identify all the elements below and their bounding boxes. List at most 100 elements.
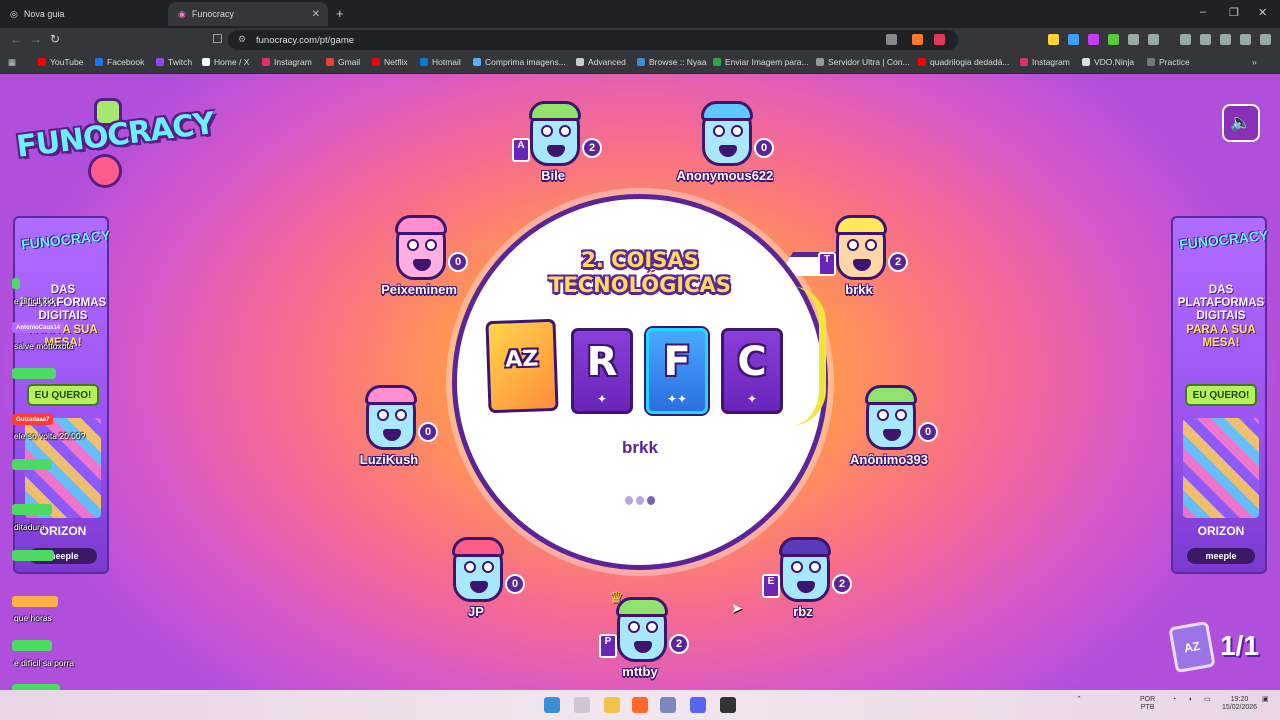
bookmark-item[interactable]: Netflix <box>372 57 408 67</box>
extension-icon[interactable] <box>1148 34 1159 45</box>
wifi-icon[interactable]: ◔ <box>1172 696 1176 704</box>
orizon-logo: ORIZON <box>1197 524 1245 538</box>
bookmark-item[interactable]: YouTube <box>38 57 83 67</box>
chat-username <box>12 459 52 470</box>
chat-message: ditadura <box>14 522 45 532</box>
extensions-puzzle-icon[interactable] <box>1128 34 1139 45</box>
tray-expand-icon[interactable]: ⌃ <box>1076 696 1082 704</box>
search-icon[interactable] <box>574 697 590 713</box>
back-arrow-icon[interactable]: ← <box>10 32 22 46</box>
sound-toggle-button[interactable]: 🔈 <box>1222 104 1260 142</box>
bookmark-item[interactable]: Instagram <box>1020 57 1070 67</box>
tab-funocracy[interactable]: ◉ Funocracy ✕ <box>168 2 328 26</box>
battery-icon[interactable]: ▭ <box>1204 696 1211 704</box>
avatar <box>779 537 831 602</box>
letter-card[interactable]: F ✦✦ <box>646 328 708 414</box>
bookmark-item[interactable]: Home / X <box>202 57 249 67</box>
card-stars: ✦ <box>746 392 758 406</box>
share-icon[interactable] <box>886 34 897 45</box>
ad-banner-right[interactable]: FUNOCRACY DAS PLATAFORMAS DIGITAIS PARA … <box>1171 216 1270 574</box>
brave-shield-icon[interactable] <box>912 34 923 45</box>
gmail-icon <box>326 58 334 66</box>
clock[interactable]: 19:20 15/02/2026 <box>1222 696 1257 713</box>
bookmark-item[interactable]: Twitch <box>156 57 192 67</box>
volume-icon[interactable]: ◖ <box>1188 696 1192 704</box>
letter-card[interactable]: C ✦ <box>721 328 783 414</box>
player-name: mttby <box>622 664 658 679</box>
banner-logo: FUNOCRACY <box>1178 227 1270 253</box>
player-name: Bile <box>541 168 565 183</box>
avatar <box>701 101 753 166</box>
extension-icon[interactable] <box>1048 34 1059 45</box>
player-luzikush: 0 LuziKush <box>334 385 444 478</box>
app-icon[interactable] <box>660 697 676 713</box>
bookmark-icon[interactable]: ☐ <box>212 32 223 46</box>
bookmark-item[interactable]: quadrilogia dedadá... <box>918 57 1009 67</box>
obs-icon[interactable] <box>720 697 736 713</box>
apps-grid-icon[interactable]: ▦ <box>8 57 16 68</box>
tab-nova-guia[interactable]: ◎ Nova guia <box>0 2 164 26</box>
banner-text: DAS PLATAFORMAS DIGITAIS PARA A SUA MESA… <box>1177 284 1265 349</box>
bookmark-item[interactable]: Browse :: Nyaa <box>637 57 707 67</box>
globe-icon: ◎ <box>10 8 18 19</box>
bookmark-item[interactable]: Gmail <box>326 57 360 67</box>
discord-icon[interactable] <box>690 697 706 713</box>
more-bookmarks-icon[interactable]: » <box>1252 57 1257 67</box>
chat-username <box>12 368 56 379</box>
speaker-icon: 🔈 <box>1230 113 1252 132</box>
player-jp: 0 JP <box>421 537 531 630</box>
game-stage: FUNOCRACY 🔈 FUNOCRACY DAS PLATAFORMAS DI… <box>0 74 1280 690</box>
bookmark-item[interactable]: Practice <box>1147 57 1190 67</box>
minimize-button[interactable]: – <box>1200 6 1206 18</box>
letter-card[interactable]: R ✦ <box>571 328 633 414</box>
chat-username <box>12 278 20 289</box>
site-info-icon[interactable]: ⚙ <box>238 34 246 45</box>
player-bile: A 2 Bile <box>498 101 608 194</box>
extension-icon[interactable] <box>1108 34 1119 45</box>
player-anonimo393: 0 Anônimo393 <box>834 385 944 478</box>
az-cards-icon: AZ <box>1168 620 1216 674</box>
bookmarks-bar: ▦ YouTube Facebook Twitch Home / X Insta… <box>0 52 1280 74</box>
bookmark-item[interactable]: VDO.Ninja <box>1082 57 1134 67</box>
forward-arrow-icon[interactable]: → <box>30 32 42 46</box>
wallet-icon[interactable] <box>1220 34 1231 45</box>
card-stars: ✦ <box>596 392 608 406</box>
file-explorer-icon[interactable] <box>604 697 620 713</box>
brave-browser-icon[interactable] <box>632 697 648 713</box>
brave-rewards-icon[interactable] <box>934 34 945 45</box>
menu-icon[interactable] <box>1260 34 1271 45</box>
bookmark-item[interactable]: Advanced <box>576 57 626 67</box>
player-name: JP <box>468 604 484 619</box>
windows-start-icon[interactable] <box>544 697 560 713</box>
bookmark-item[interactable]: Facebook <box>95 57 144 67</box>
notifications-icon[interactable]: ▣ <box>1262 696 1269 704</box>
bookmark-item[interactable]: Instagram <box>262 57 312 67</box>
media-icon[interactable] <box>1180 34 1191 45</box>
youtube-icon <box>38 58 46 66</box>
bookmark-item[interactable]: Servidor Ultra | Con... <box>816 57 910 67</box>
bookmark-item[interactable]: Comprima imagens... <box>473 57 566 67</box>
close-tab-icon[interactable]: ✕ <box>312 9 320 20</box>
bookmark-item[interactable]: Enviar Imagem para... <box>713 57 809 67</box>
sidebar-icon[interactable] <box>1200 34 1211 45</box>
url-input[interactable]: ⚙ funocracy.com/pt/game <box>228 30 958 50</box>
bookmark-item[interactable]: Hotmail <box>420 57 461 67</box>
banner-cta-button[interactable]: EU QUERO! <box>1185 384 1257 406</box>
language-indicator[interactable]: POR PTB <box>1140 696 1155 713</box>
player-anonymous622: 0 Anonymous622 <box>670 101 780 194</box>
practice-icon <box>1147 58 1155 66</box>
extension-icon[interactable] <box>1088 34 1099 45</box>
extension-icon[interactable] <box>1068 34 1079 45</box>
player-name: Peixeminem <box>381 282 457 297</box>
vpn-icon[interactable] <box>1240 34 1251 45</box>
maximize-button[interactable]: ❐ <box>1229 6 1239 19</box>
round-counter: AZ 1/1 <box>1166 620 1276 676</box>
mouse-cursor-icon: ➤ <box>731 600 743 616</box>
close-window-button[interactable]: ✕ <box>1258 6 1267 19</box>
player-name: brkk <box>845 282 873 297</box>
chat-message: ele so volta 20:00? <box>14 431 86 441</box>
chat-message: salve mottoxota <box>14 341 74 351</box>
advanced-icon <box>576 58 584 66</box>
new-tab-button[interactable]: + <box>336 6 344 21</box>
reload-icon[interactable]: ↻ <box>50 32 60 46</box>
